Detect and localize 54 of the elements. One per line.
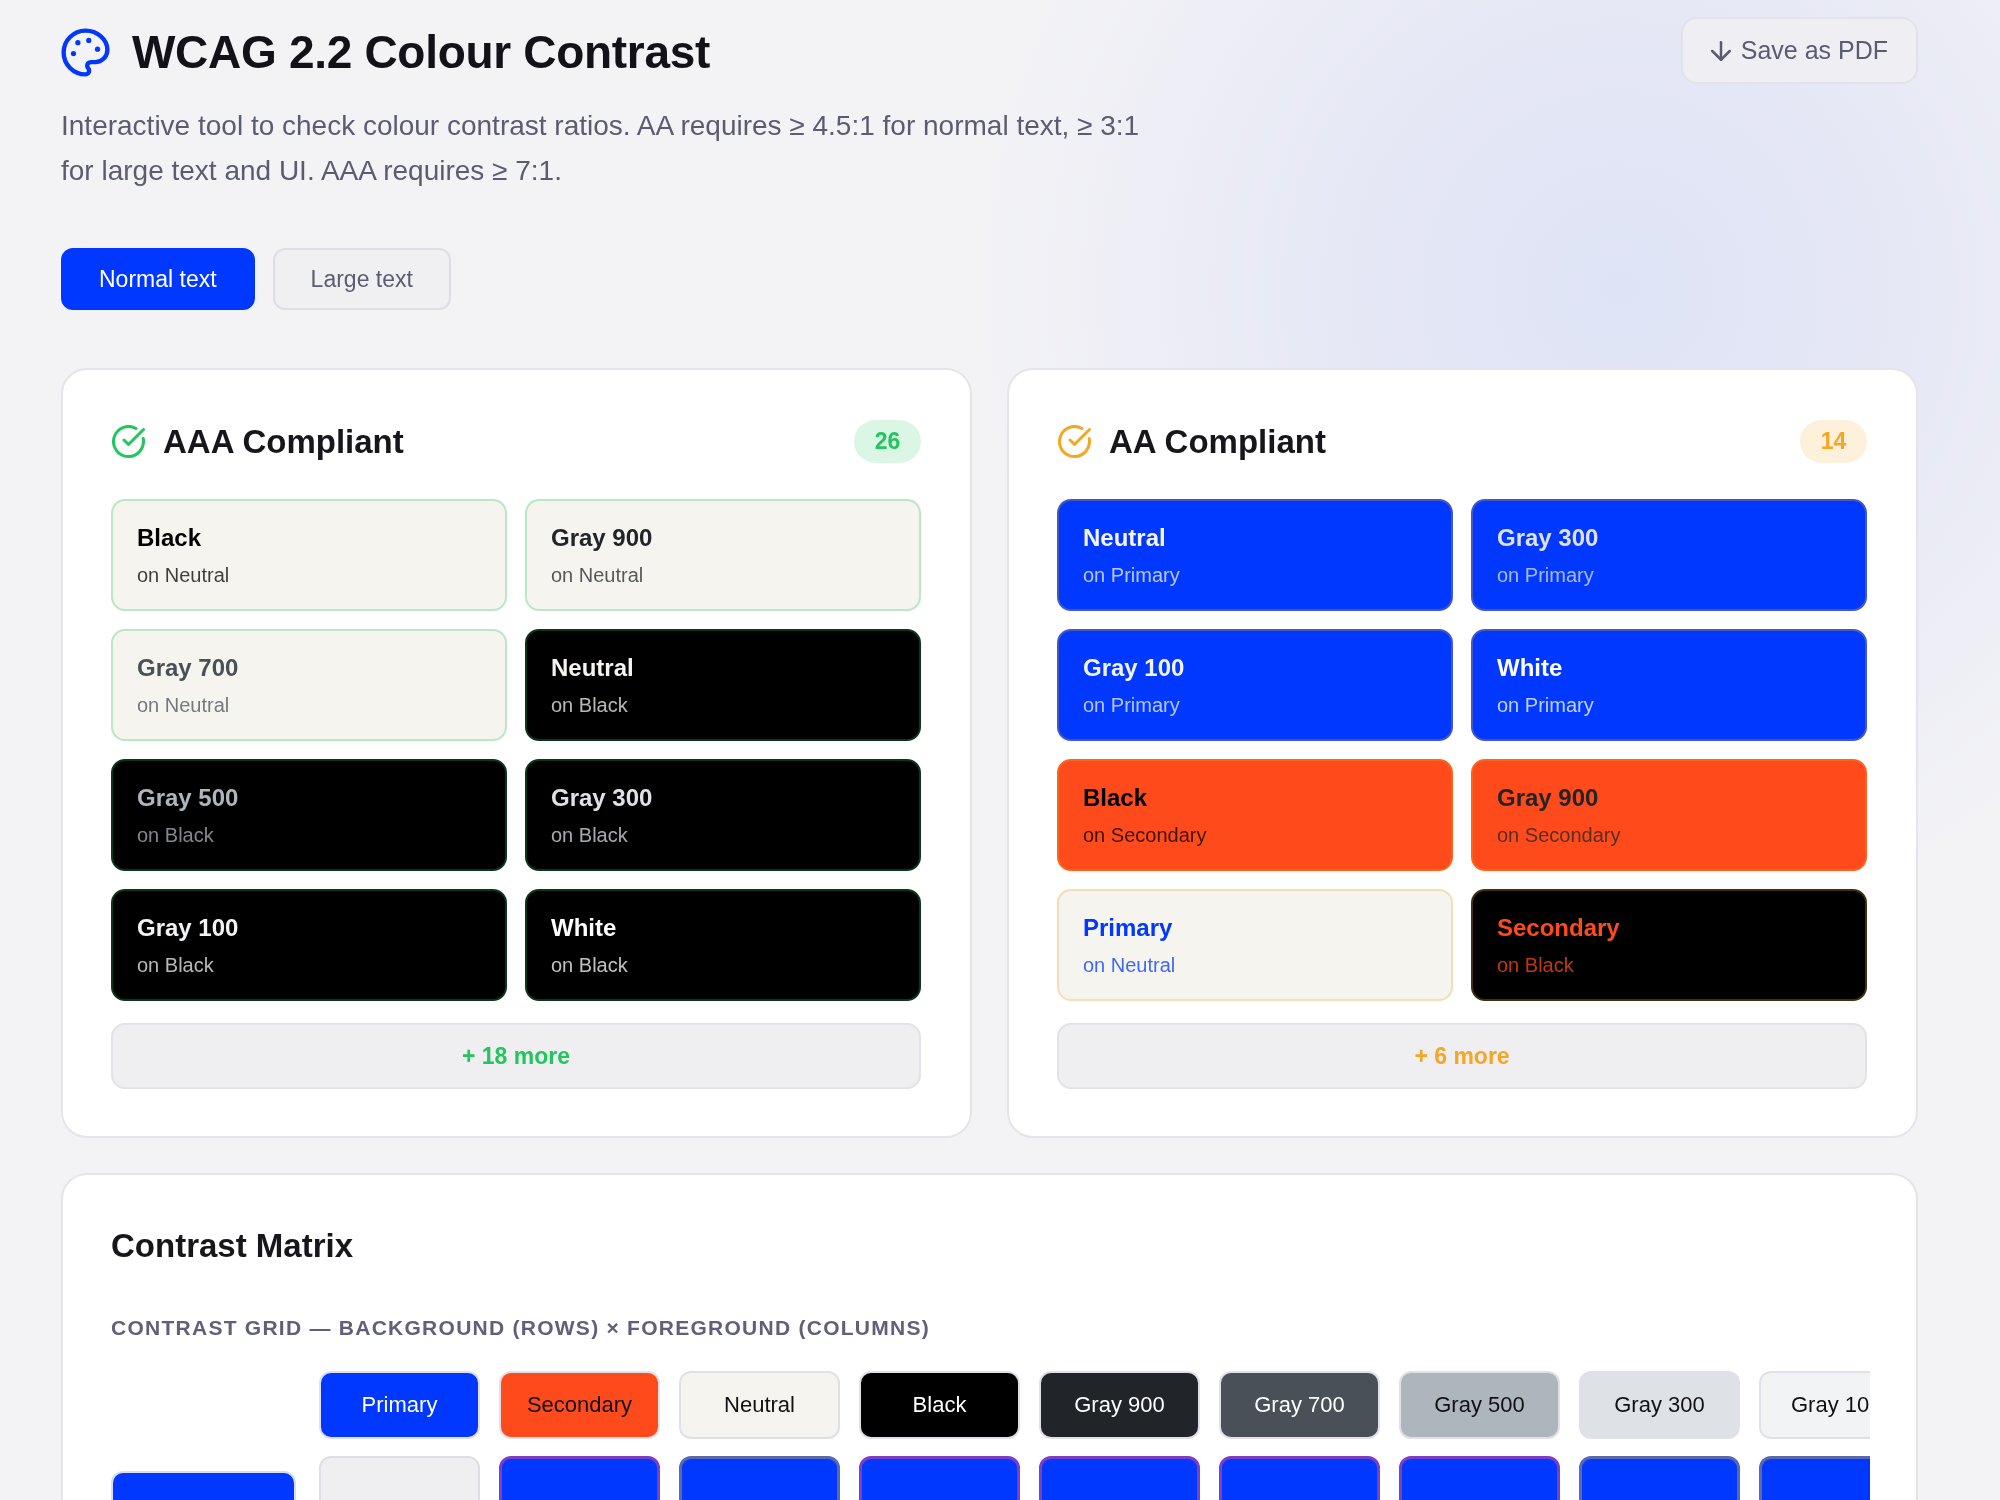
foreground-name: Gray 300 <box>551 783 654 813</box>
background-name: on Black <box>137 823 215 848</box>
column-header: Secondary <box>499 1371 660 1439</box>
background-name: on Black <box>137 953 215 978</box>
background-name: on Neutral <box>551 563 645 588</box>
foreground-name: Gray 900 <box>551 523 654 553</box>
column-header: Gray 900 <box>1039 1371 1200 1439</box>
foreground-name: Neutral <box>1083 523 1167 553</box>
column-header: Gray 300 <box>1579 1371 1740 1439</box>
foreground-name: Gray 100 <box>1083 653 1186 683</box>
page-title: WCAG 2.2 Colour Contrast <box>132 25 711 80</box>
palette-icon <box>61 27 110 77</box>
background-name: on Primary <box>1083 693 1181 718</box>
count-badge: 26 <box>854 420 921 463</box>
foreground-name: Gray 500 <box>137 783 240 813</box>
foreground-name: Secondary <box>1497 913 1621 943</box>
card-title: AA Compliant <box>1109 422 1326 461</box>
column-header: Gray 700 <box>1219 1371 1380 1439</box>
background-name: on Neutral <box>137 563 231 588</box>
column-header: Neutral <box>679 1371 840 1439</box>
description: Interactive tool to check colour contrast ratios. AA requires ≥ 4.5:1 for normal text, ≥ 3:1 for large text and UI. AAA requires ≥ 7:1. <box>61 109 1141 188</box>
column-header: Gray 10 <box>1759 1371 1870 1439</box>
count-badge: 14 <box>1800 420 1867 463</box>
background-name: on Black <box>551 953 629 978</box>
background-name: on Black <box>551 823 629 848</box>
background-name: on Primary <box>1497 693 1595 718</box>
card-title: AAA Compliant <box>163 422 404 461</box>
column-header: Gray 500 <box>1399 1371 1560 1439</box>
save-button[interactable]: Save as PDF <box>1680 17 1918 84</box>
foreground-name: White <box>1497 653 1564 683</box>
grid-caption: CONTRAST GRID — BACKGROUND (ROWS) × FOREGROUND (COLUMNS) <box>111 1315 931 1341</box>
matrix-title: Contrast Matrix <box>111 1226 355 1266</box>
tab[interactable]: Large text <box>272 248 451 310</box>
background-name: on Secondary <box>1083 823 1208 848</box>
background-name: on Secondary <box>1497 823 1622 848</box>
foreground-name: Gray 300 <box>1497 523 1600 553</box>
column-header: Primary <box>319 1371 480 1439</box>
column-header: Black <box>859 1371 1020 1439</box>
background-name: on Black <box>1497 953 1575 978</box>
foreground-name: Black <box>137 523 203 553</box>
tab[interactable]: Normal text <box>61 248 255 310</box>
foreground-name: Gray 100 <box>137 913 240 943</box>
foreground-name: Black <box>1083 783 1149 813</box>
foreground-name: Neutral <box>551 653 635 683</box>
foreground-name: Primary <box>1083 913 1174 943</box>
background-name: on Black <box>551 693 629 718</box>
arrow-down-icon <box>1710 39 1731 62</box>
foreground-name: Gray 900 <box>1497 783 1600 813</box>
background-name: on Primary <box>1083 563 1181 588</box>
background-name: on Neutral <box>137 693 231 718</box>
background-name: on Neutral <box>1083 953 1177 978</box>
background-name: on Primary <box>1497 563 1595 588</box>
foreground-name: Gray 700 <box>137 653 240 683</box>
foreground-name: White <box>551 913 618 943</box>
